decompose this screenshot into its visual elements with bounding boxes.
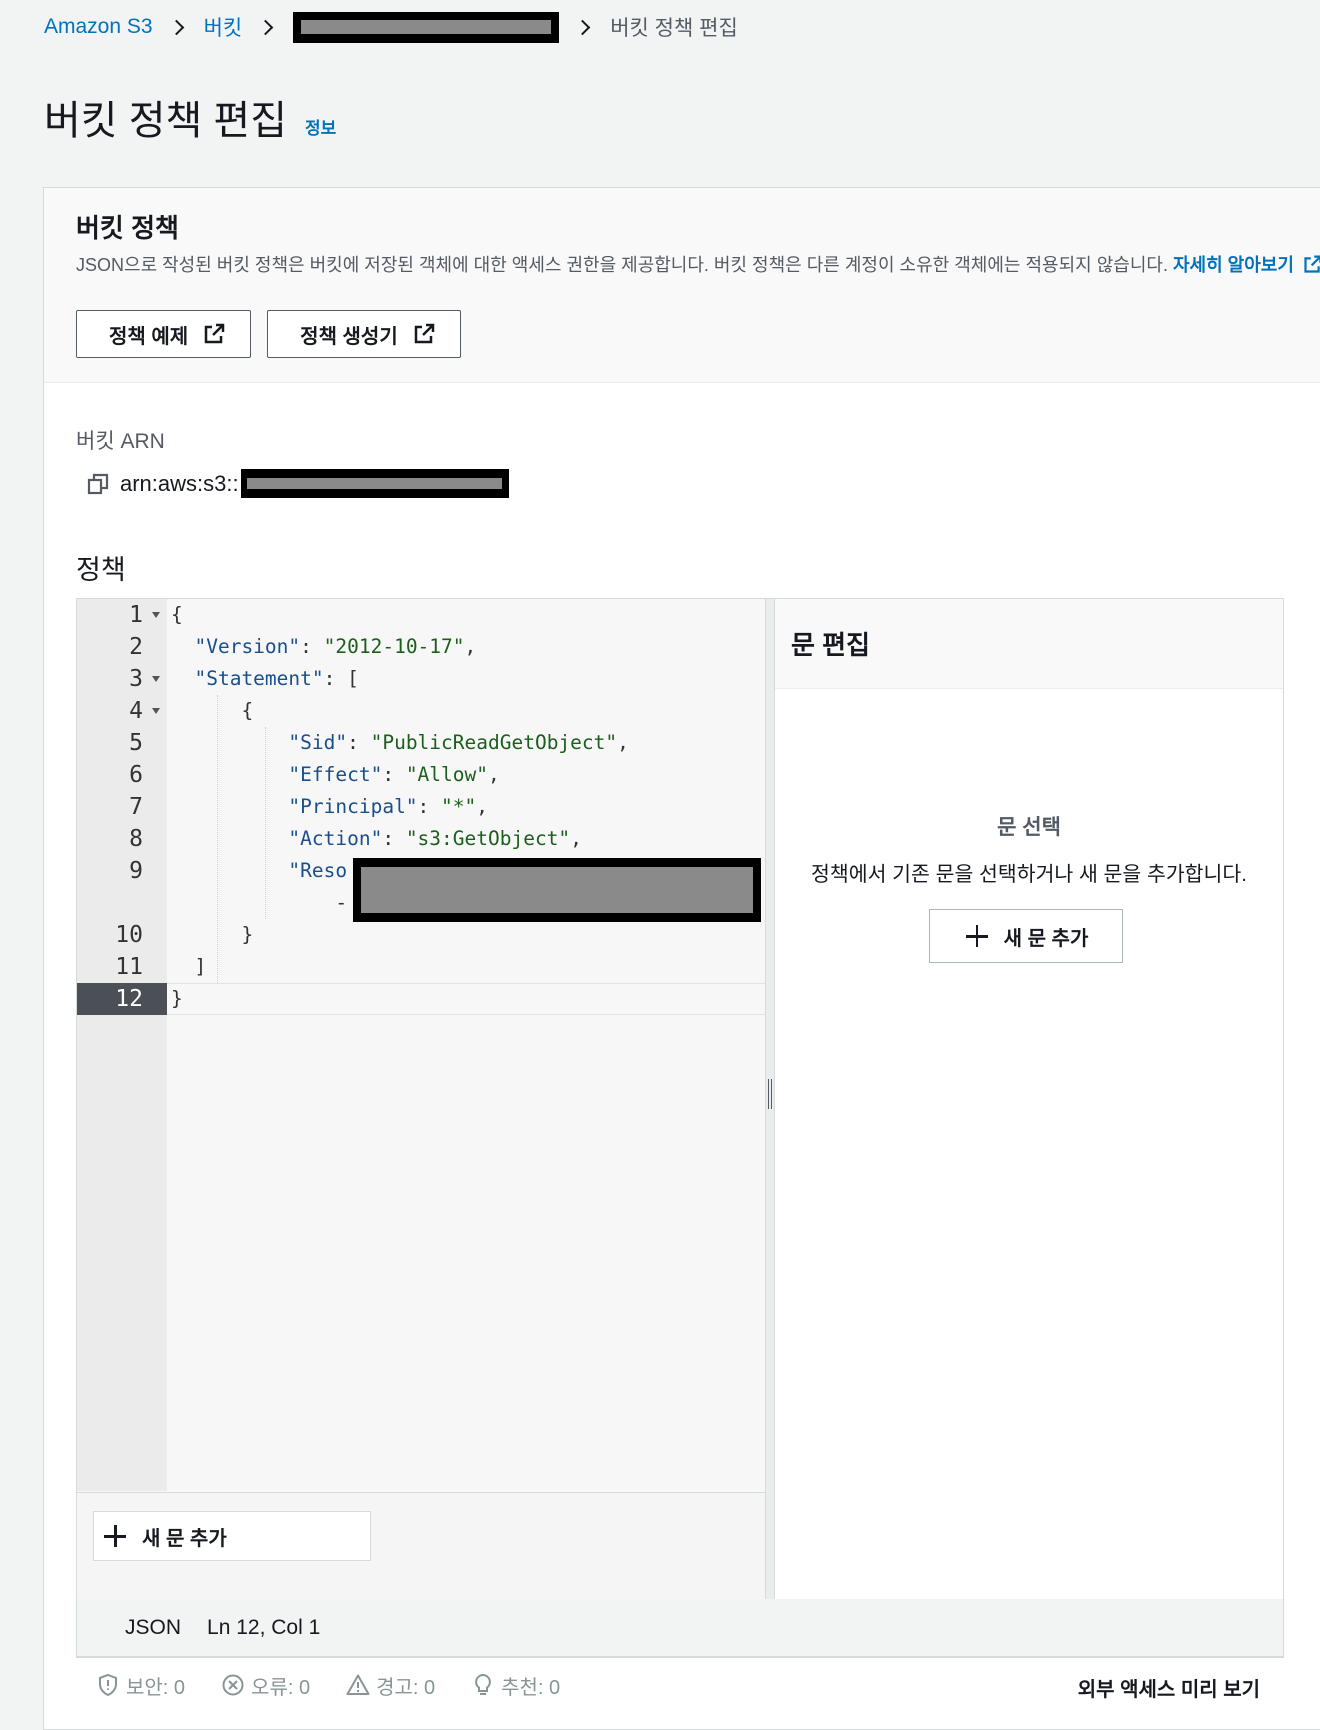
grip-icon (768, 1079, 772, 1109)
external-access-preview-link[interactable]: 외부 액세스 미리 보기 (1078, 1673, 1260, 1702)
suggestion-count[interactable]: 추천: 0 (471, 1671, 560, 1700)
code-line: "Action": "s3:GetObject", (288, 827, 582, 850)
line-number: 5 (129, 730, 143, 756)
language-indicator: JSON (125, 1615, 182, 1639)
policy-generator-button[interactable]: 정책 생성기 (267, 310, 461, 358)
line-number: 2 (129, 634, 143, 660)
code-line: } (171, 987, 183, 1010)
breadcrumb-buckets[interactable]: 버킷 (204, 12, 243, 42)
line-number: 9 (129, 858, 143, 884)
breadcrumb: Amazon S3 버킷 버킷 정책 편집 (44, 11, 738, 43)
container-header: 버킷 정책 JSON으로 작성된 버킷 정책은 버킷에 저장된 객체에 대한 액… (44, 188, 1320, 383)
warning-triangle-icon (346, 1674, 370, 1695)
line-number: 7 (129, 794, 143, 820)
code-line: { (171, 699, 254, 722)
plus-icon (102, 1523, 128, 1549)
security-count[interactable]: 보안: 0 (96, 1671, 185, 1700)
policy-editor: 1 2 3 4 5 6 7 8 9 10 11 12 { "Version": (76, 598, 1284, 1658)
code-line: "Reso (288, 859, 348, 882)
shield-icon (99, 1673, 117, 1697)
code-line: "Effect": "Allow", (288, 763, 500, 786)
empty-state-description: 정책에서 기존 문을 선택하거나 새 문을 추가합니다. (811, 863, 1247, 886)
resource-redacted (353, 858, 761, 922)
panel-add-statement-button[interactable]: 새 문 추가 (929, 909, 1123, 963)
chevron-right-icon (257, 19, 274, 35)
section-description: JSON으로 작성된 버킷 정책은 버킷에 저장된 객체에 대한 액세스 권한을… (76, 252, 1320, 279)
active-line-highlight (167, 983, 765, 1015)
code-line: ] (171, 955, 207, 978)
copy-icon[interactable] (86, 472, 110, 496)
page-title: 버킷 정책 편집 (44, 99, 288, 143)
plus-icon (964, 923, 990, 949)
line-number: 6 (129, 762, 143, 788)
chevron-right-icon (574, 19, 591, 35)
learn-more-link[interactable]: 자세히 알아보기 (1173, 255, 1320, 275)
bucket-arn-label: 버킷 ARN (76, 430, 165, 453)
line-number: 10 (115, 922, 143, 948)
breadcrumb-bucket-name-redacted[interactable] (293, 11, 560, 43)
fold-arrow-icon[interactable] (152, 708, 160, 714)
fold-arrow-icon[interactable] (152, 676, 160, 682)
add-statement-button[interactable]: 새 문 추가 (93, 1511, 371, 1561)
warning-count[interactable]: 경고: 0 (346, 1671, 435, 1700)
json-code-editor[interactable]: 1 2 3 4 5 6 7 8 9 10 11 12 { "Version": (77, 599, 765, 1599)
cursor-position: Ln 12, Col 1 (207, 1615, 321, 1639)
section-title: 버킷 정책 (76, 213, 179, 243)
external-link-icon (1304, 255, 1320, 273)
line-number-active: 12 (77, 983, 167, 1015)
empty-state-title: 문 선택 (997, 816, 1061, 839)
bucket-arn: arn:aws:s3:: (86, 469, 509, 498)
code-line: { (171, 603, 183, 626)
code-line: "Principal": "*", (288, 795, 489, 818)
error-count[interactable]: 오류: 0 (221, 1671, 310, 1700)
fold-arrow-icon[interactable] (152, 612, 160, 618)
breadcrumb-amazon-s3[interactable]: Amazon S3 (44, 15, 153, 39)
code-line: "Version": "2012-10-17", (194, 635, 477, 658)
code-line: } (171, 923, 254, 946)
external-link-icon (204, 323, 225, 344)
policy-examples-button[interactable]: 정책 예제 (76, 310, 252, 358)
line-number: 11 (115, 954, 143, 980)
chevron-right-icon (168, 19, 184, 35)
page-header: 버킷 정책 편집 정보 (44, 88, 336, 146)
bucket-arn-value: arn:aws:s3:: (120, 470, 239, 496)
external-link-icon (414, 323, 434, 344)
policy-buttons: 정책 예제 정책 생성기 (76, 310, 461, 358)
policy-label: 정책 (76, 555, 126, 585)
code-line: "Sid": "PublicReadGetObject", (288, 731, 629, 754)
editor-status-bar: JSON Ln 12, Col 1 (77, 1599, 1283, 1657)
validation-bar: 보안: 0 오류: 0 경고: 0 추천: 0 외부 액세스 미리 보기 (76, 1659, 1284, 1711)
breadcrumb-current: 버킷 정책 편집 (610, 17, 738, 40)
line-number-gutter: 1 2 3 4 5 6 7 8 9 10 11 12 (77, 599, 167, 1491)
statement-editor-panel: 문 편집 문 선택 정책에서 기존 문을 선택하거나 새 문을 추가합니다. 새… (775, 599, 1283, 1599)
arn-redacted (240, 469, 509, 498)
line-number: 8 (129, 826, 143, 852)
pane-resize-handle[interactable] (765, 599, 775, 1599)
editor-footer: 새 문 추가 (77, 1492, 765, 1599)
bucket-policy-container: 버킷 정책 JSON으로 작성된 버킷 정책은 버킷에 저장된 객체에 대한 액… (43, 187, 1320, 1730)
code-line: "Statement": [ (194, 667, 359, 690)
statement-panel-title: 문 편집 (775, 599, 1283, 689)
error-circle-icon (222, 1674, 244, 1696)
lightbulb-icon (475, 1673, 492, 1695)
code-line: - (171, 891, 348, 914)
info-link[interactable]: 정보 (305, 114, 336, 139)
